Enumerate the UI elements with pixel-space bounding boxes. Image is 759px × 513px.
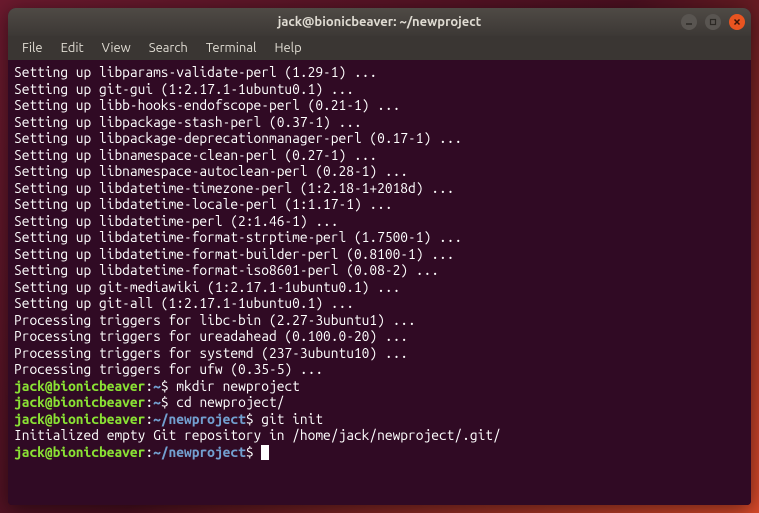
terminal-line: Setting up libb-hooks-endofscope-perl (0… — [14, 97, 745, 114]
prompt-colon: : — [145, 444, 153, 460]
terminal-line: Setting up libdatetime-format-builder-pe… — [14, 246, 745, 263]
terminal-line: Setting up libdatetime-format-iso8601-pe… — [14, 262, 745, 279]
terminal-line: Initialized empty Git repository in /hom… — [14, 427, 745, 444]
minimize-button[interactable] — [681, 14, 697, 30]
terminal-line: Processing triggers for ufw (0.35-5) ... — [14, 361, 745, 378]
terminal-line: Setting up git-mediawiki (1:2.17.1-1ubun… — [14, 279, 745, 296]
titlebar: jack@bionicbeaver: ~/newproject — [8, 8, 751, 36]
prompt-path: ~/newproject — [153, 444, 246, 460]
terminal-window: jack@bionicbeaver: ~/newproject File Edi… — [8, 8, 751, 505]
terminal-line: jack@bionicbeaver:~/newproject$ — [14, 444, 745, 461]
menu-view[interactable]: View — [94, 39, 139, 57]
prompt-command: mkdir newproject — [176, 378, 300, 394]
terminal-line: jack@bionicbeaver:~$ mkdir newproject — [14, 378, 745, 395]
prompt-symbol: $ — [161, 378, 176, 394]
prompt-colon: : — [145, 378, 153, 394]
menu-help[interactable]: Help — [266, 39, 309, 57]
terminal-line: Setting up libnamespace-autoclean-perl (… — [14, 163, 745, 180]
prompt-user: jack@bionicbeaver — [14, 394, 145, 410]
prompt-path: ~ — [153, 394, 161, 410]
terminal-line: Processing triggers for ureadahead (0.10… — [14, 328, 745, 345]
terminal-body[interactable]: Setting up libparams-validate-perl (1.29… — [8, 60, 751, 505]
prompt-command: git init — [261, 411, 323, 427]
menu-file[interactable]: File — [14, 39, 51, 57]
terminal-line: Setting up libdatetime-format-strptime-p… — [14, 229, 745, 246]
terminal-line: Setting up libpackage-deprecationmanager… — [14, 130, 745, 147]
prompt-symbol: $ — [161, 394, 176, 410]
maximize-button[interactable] — [705, 14, 721, 30]
terminal-line: Setting up libdatetime-locale-perl (1:1.… — [14, 196, 745, 213]
terminal-line: Processing triggers for systemd (237-3ub… — [14, 345, 745, 362]
terminal-line: Setting up git-gui (1:2.17.1-1ubuntu0.1)… — [14, 81, 745, 98]
terminal-line: Setting up libdatetime-timezone-perl (1:… — [14, 180, 745, 197]
terminal-line: jack@bionicbeaver:~/newproject$ git init — [14, 411, 745, 428]
terminal-line: Setting up libnamespace-clean-perl (0.27… — [14, 147, 745, 164]
maximize-icon — [709, 18, 717, 26]
menu-edit[interactable]: Edit — [53, 39, 92, 57]
prompt-user: jack@bionicbeaver — [14, 411, 145, 427]
minimize-icon — [685, 18, 693, 26]
prompt-colon: : — [145, 394, 153, 410]
window-controls — [681, 14, 745, 30]
close-button[interactable] — [729, 14, 745, 30]
terminal-line: Setting up libparams-validate-perl (1.29… — [14, 64, 745, 81]
menubar: File Edit View Search Terminal Help — [8, 36, 751, 60]
window-title: jack@bionicbeaver: ~/newproject — [278, 15, 481, 29]
terminal-line: jack@bionicbeaver:~$ cd newproject/ — [14, 394, 745, 411]
prompt-path: ~/newproject — [153, 411, 246, 427]
prompt-user: jack@bionicbeaver — [14, 444, 145, 460]
terminal-line: Setting up git-all (1:2.17.1-1ubuntu0.1)… — [14, 295, 745, 312]
terminal-line: Setting up libdatetime-perl (2:1.46-1) .… — [14, 213, 745, 230]
terminal-line: Setting up libpackage-stash-perl (0.37-1… — [14, 114, 745, 131]
prompt-user: jack@bionicbeaver — [14, 378, 145, 394]
prompt-command: cd newproject/ — [176, 394, 284, 410]
terminal-line: Processing triggers for libc-bin (2.27-3… — [14, 312, 745, 329]
cursor — [261, 445, 269, 460]
prompt-path: ~ — [153, 378, 161, 394]
prompt-symbol: $ — [246, 411, 261, 427]
prompt-colon: : — [145, 411, 153, 427]
prompt-symbol: $ — [246, 444, 261, 460]
menu-search[interactable]: Search — [141, 39, 196, 57]
close-icon — [733, 18, 741, 26]
menu-terminal[interactable]: Terminal — [198, 39, 265, 57]
